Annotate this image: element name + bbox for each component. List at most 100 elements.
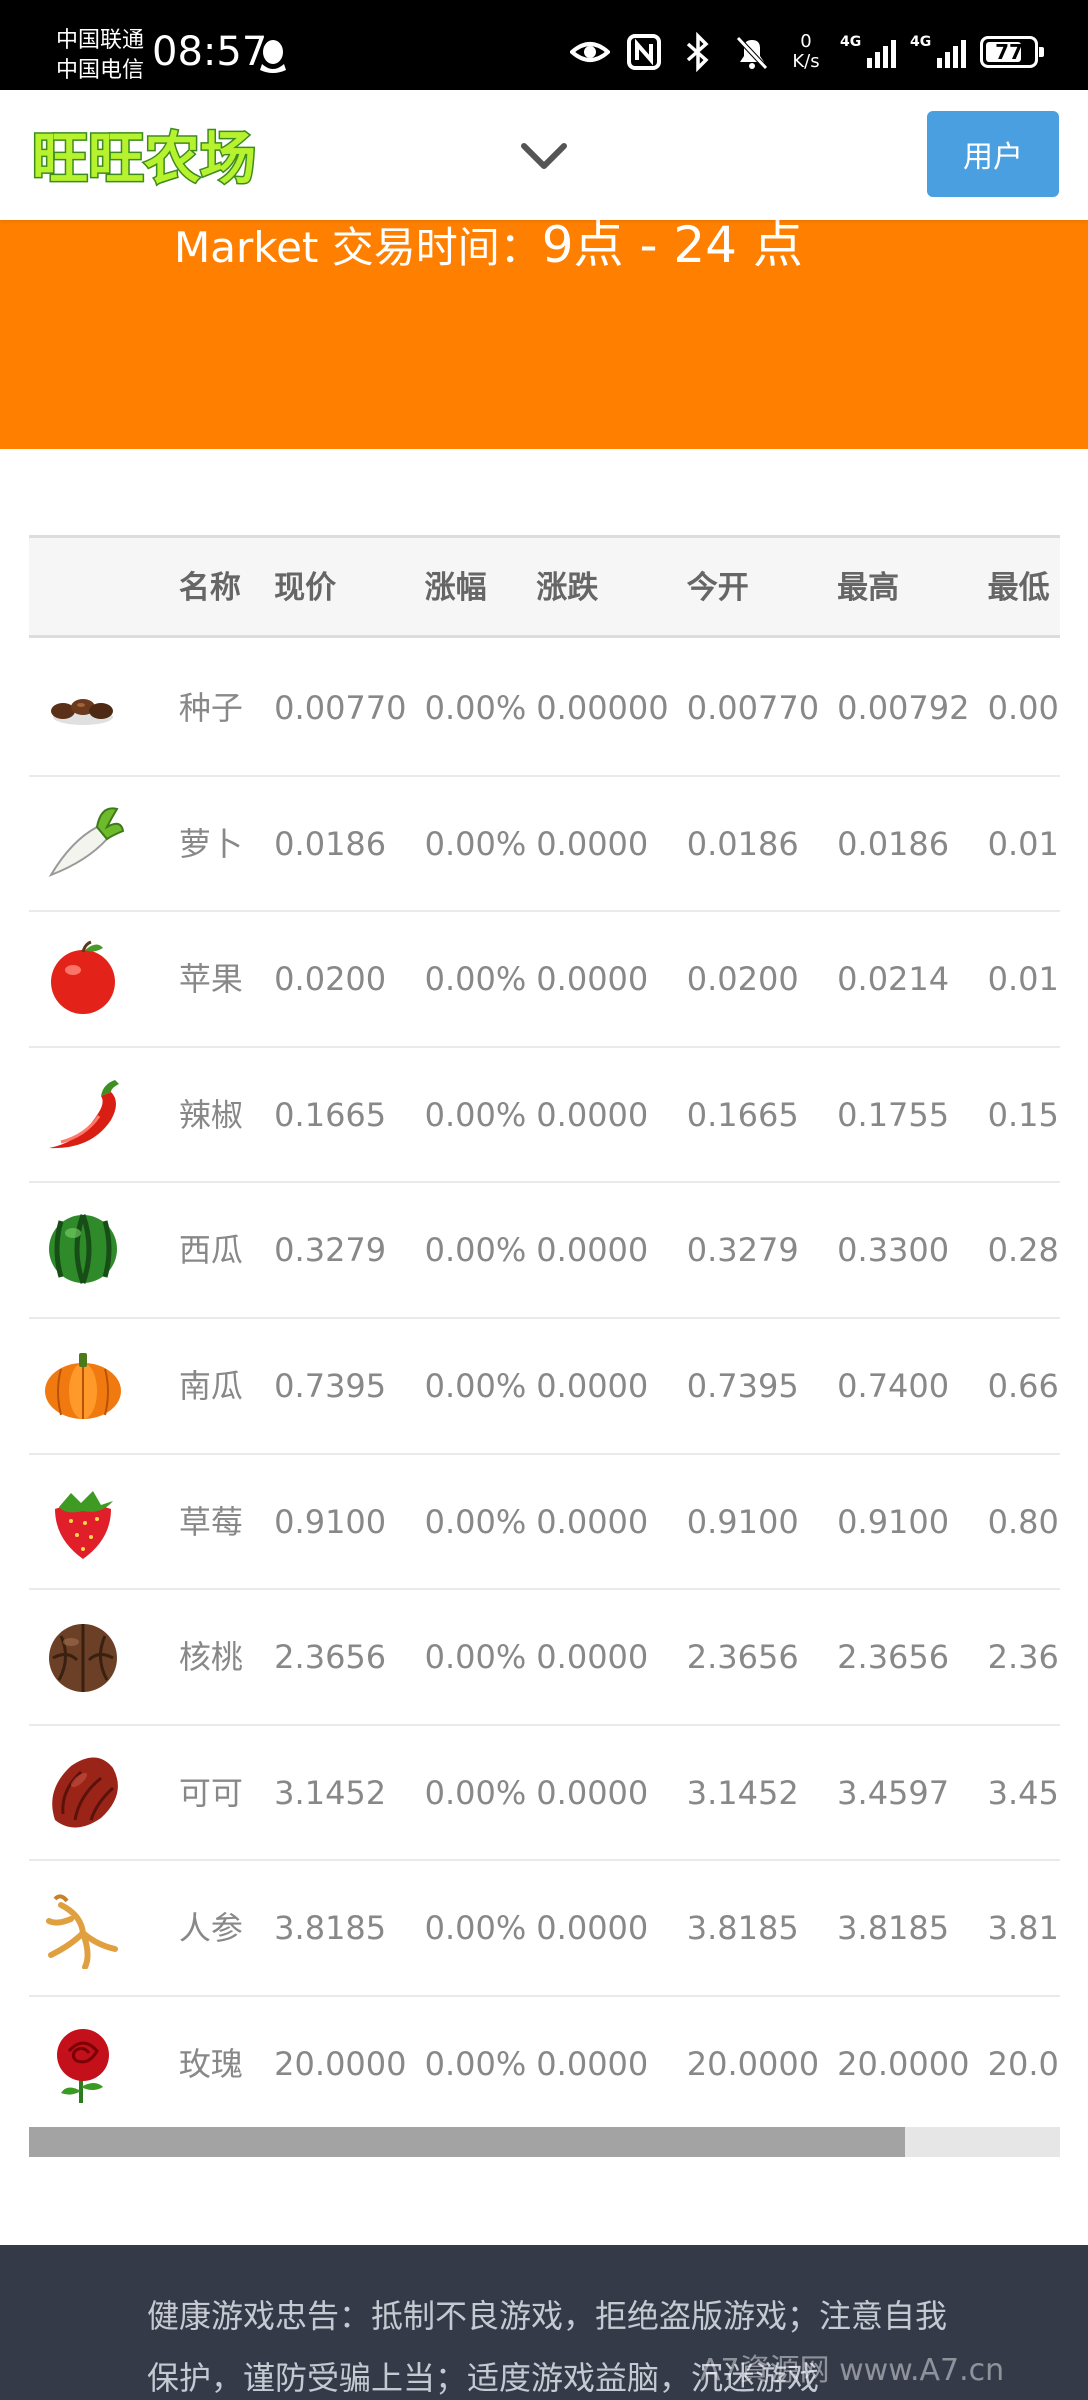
trading-hours-value: 9点 - 24 点 [541,216,803,274]
status-icons: 0 K/s 4G 4G 77 [570,30,1044,74]
current-price: 2.3656 [274,1638,387,1677]
low-price: 0.8000 [987,1502,1060,1541]
signal-icon-2: 4G [910,32,966,72]
walnut-icon [49,1624,117,1693]
table-row[interactable]: 萝卜 0.0186 0.00%0.0000 0.0186 0.0186 0.0162 [29,777,1060,913]
high-price: 0.3300 [837,1231,950,1270]
column-header-crop-name[interactable]: 名称 [179,538,241,638]
low-price: 20.000 [987,2044,1060,2083]
trading-hours-label: Market 交易时间： [174,223,542,272]
open-price: 2.3656 [686,1638,799,1677]
table-header: 名称 现价 涨幅 涨跌 今开 最高 最低 [29,538,1060,638]
change-percent: 0.00% [424,1502,527,1541]
horizontal-scrollbar[interactable] [29,2127,1060,2157]
high-price: 20.0000 [837,2044,970,2083]
footer: 健康游戏忠告：抵制不良游戏，拒绝盗版游戏；注意自我保护，谨防受骗上当；适度游戏益… [0,2245,1088,2400]
change-percent: 0.00% [424,1638,527,1677]
logo[interactable]: 旺旺农场 [28,118,320,194]
high-price: 2.3656 [837,1638,950,1677]
change-amount: 0.0000 [536,824,649,863]
carrier-2: 中国电信 [56,58,145,83]
crop-name: 辣椒 [178,1095,243,1134]
current-price: 0.00770 [274,689,407,727]
radish-icon [48,807,125,877]
change-amount: 0.0000 [536,2044,649,2083]
column-header-high-price[interactable]: 最高 [837,538,899,638]
navbar: 旺旺农场 用户 [0,90,1088,220]
low-price: 3.8185 [987,1909,1060,1948]
watermark: A7資源网 www.A7.cn [700,2353,1005,2388]
mute-icon [736,36,768,70]
change-percent: 0.00% [424,1095,527,1134]
market-table[interactable]: 名称 现价 涨幅 涨跌 今开 最高 最低 种子 0.00770 0.00% 0.00000 0.00… [29,535,1060,2160]
change-percent: 0.00% [424,1231,527,1270]
nfc-icon [627,34,661,70]
change-percent: 0.00% [424,1773,527,1812]
crop-name: 种子 [178,689,243,727]
table-row[interactable]: 玫瑰 20.0000 0.00%0.0000 20.0000 20.0000 20.000 [29,1997,1060,2133]
table-row[interactable]: 核桃 2.3656 0.00%0.0000 2.3656 2.3656 2.3656 [29,1590,1060,1726]
qq-icon [260,40,286,73]
column-header-open-price[interactable]: 今开 [687,538,749,638]
change-percent: 0.00% [424,689,527,727]
clock: 08:57 [152,29,268,75]
change-amount: 0.0000 [536,1231,649,1270]
crop-name: 草莓 [178,1502,243,1541]
high-price: 0.7400 [837,1366,950,1405]
crop-name: 玫瑰 [178,2044,243,2083]
current-price: 20.0000 [274,2044,407,2083]
change-amount: 0.00000 [536,689,669,727]
column-header-change-percent[interactable]: 涨幅 [425,538,487,638]
table-row[interactable]: 种子 0.00770 0.00%0.00000 0.00770 0.00792 0.006… [29,641,1060,777]
change-amount: 0.0000 [536,960,649,999]
change-percent: 0.00% [424,1909,527,1948]
table-row[interactable]: 草莓 0.9100 0.00%0.0000 0.9100 0.9100 0.8000 [29,1455,1060,1591]
crop-name: 人参 [178,1909,243,1948]
column-header-low-price[interactable]: 最低 [988,538,1050,638]
open-price: 0.3279 [686,1231,799,1270]
current-price: 0.1665 [274,1095,387,1134]
column-header-current-price[interactable]: 现价 [274,538,336,638]
crop-name: 萝卜 [178,824,243,863]
bluetooth-icon [686,32,709,72]
table-row[interactable]: 可可 3.1452 0.00%0.0000 3.1452 3.4597 3.4597 [29,1726,1060,1862]
change-percent: 0.00% [424,960,527,999]
table-row[interactable]: 西瓜 0.3279 0.00%0.0000 0.3279 0.3300 0.2880 [29,1183,1060,1319]
low-price: 0.2880 [987,1231,1060,1270]
chevron-down-icon[interactable] [516,134,572,178]
crop-name: 苹果 [178,960,243,999]
trading-hours: Market 交易时间：9点 - 24 点 [174,220,803,272]
high-price: 0.0186 [837,824,950,863]
current-price: 0.3279 [274,1231,387,1270]
open-price: 3.1452 [686,1773,799,1812]
high-price: 0.1755 [837,1095,950,1134]
scrollbar-thumb[interactable] [29,2127,906,2157]
high-price: 0.9100 [837,1502,950,1541]
table-row[interactable]: 辣椒 0.1665 0.00%0.0000 0.1665 0.1755 0.1530 [29,1048,1060,1184]
open-price: 0.7395 [686,1366,799,1405]
column-header-change-amount[interactable]: 涨跌 [536,538,598,638]
user-button[interactable]: 用户 [927,111,1059,197]
low-price: 0.0162 [987,824,1060,863]
table-row[interactable]: 南瓜 0.7395 0.00%0.0000 0.7395 0.7400 0.6651 [29,1319,1060,1455]
change-amount: 0.0000 [536,1909,649,1948]
high-price: 0.00792 [837,689,970,727]
crop-name: 西瓜 [178,1231,243,1270]
strawberry-icon [55,1490,113,1559]
change-percent: 0.00% [424,2044,527,2083]
table-row[interactable]: 苹果 0.0200 0.00%0.0000 0.0200 0.0214 0.0176 [29,912,1060,1048]
crop-name: 核桃 [178,1638,243,1677]
table-row[interactable]: 人参 3.8185 0.00%0.0000 3.8185 3.8185 3.8185 [29,1861,1060,1997]
logo-text: 旺旺农场 [32,127,256,192]
rose-icon [57,2028,109,2103]
low-price: 3.4597 [987,1773,1060,1812]
change-percent: 0.00% [424,1366,527,1405]
signal-icon-1: 4G [840,32,896,72]
change-amount: 0.0000 [536,1366,649,1405]
chili-icon [49,1079,119,1148]
table-body: 种子0.007700.00%0.000000.007700.007920.006… [29,641,1060,2133]
watermelon-icon [49,1214,117,1285]
crop-name: 南瓜 [178,1366,243,1405]
current-price: 3.8185 [274,1909,387,1948]
open-price: 20.0000 [686,2044,820,2083]
